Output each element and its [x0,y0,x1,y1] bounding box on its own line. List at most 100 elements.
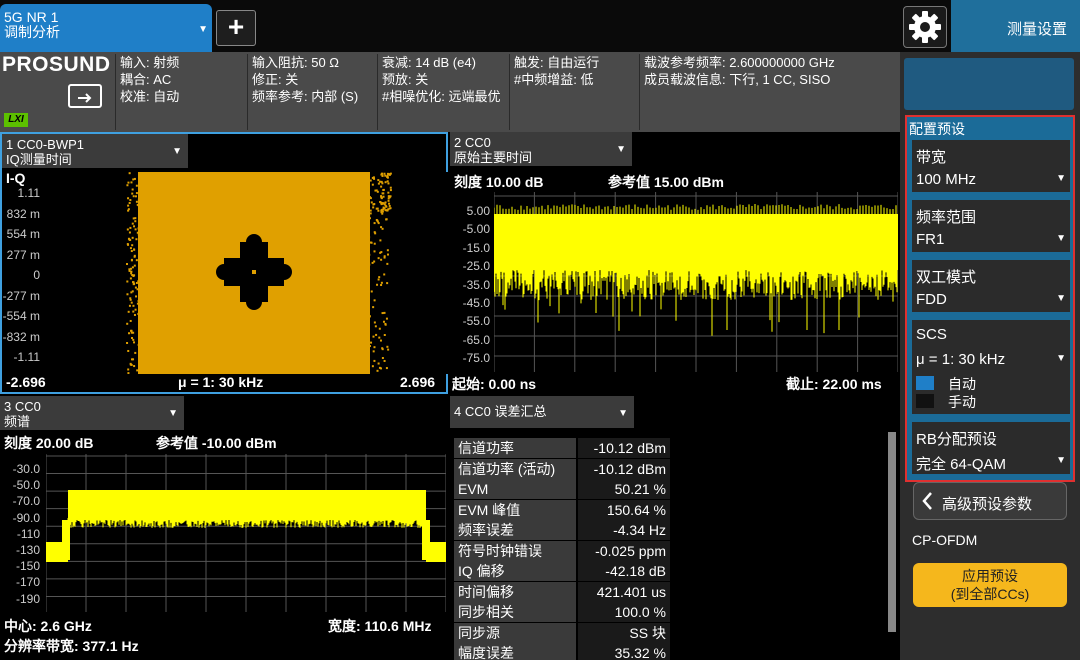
iq-point [126,184,129,187]
iq-point [130,258,133,261]
row-value: 100.0 % [578,602,670,622]
advanced-preset-button[interactable]: 高级预设参数 [913,482,1067,520]
iq-point [137,204,140,207]
plus-icon: + [227,11,245,42]
iq-point [132,195,135,198]
freq-range-select[interactable]: 频率范围 FR1 ▼ [911,199,1071,253]
iq-point [132,310,135,313]
window-iq-title: 1 CC0-BWP1 [6,137,85,152]
iq-point [134,351,137,354]
rb-preset-select[interactable]: RB分配预设 完全 64-QAM ▼ [911,421,1071,475]
iq-point [384,174,387,177]
iq-point [371,365,374,368]
bandwidth-select[interactable]: 带宽 100 MHz ▼ [911,139,1071,193]
iq-point [380,209,383,212]
iq-point [141,320,144,323]
row-label: 信道功率 (活动) [454,458,576,479]
iq-point [127,197,130,200]
iq-point [129,247,132,250]
iq-trace-label: I-Q [6,170,26,186]
scs-select[interactable]: SCS μ = 1: 30 kHz ▼ 自动 手动 [911,319,1071,415]
iq-point [366,176,369,179]
iq-point [126,263,129,266]
time-stop: 截止: 22.00 ms [786,376,882,392]
system-screen-icon[interactable] [68,84,102,108]
duplex-mode-select[interactable]: 双工模式 FDD ▼ [911,259,1071,313]
iq-point [370,341,373,344]
iq-point [377,209,380,212]
row-value: SS 块 [578,622,670,643]
manual-toggle-indicator[interactable] [916,394,934,408]
iq-point [129,277,132,280]
iq-point [130,270,133,273]
window-iq-subtitle: IQ测量时间 [6,152,72,167]
iq-point [126,342,129,345]
iq-point [382,189,385,192]
rb-preset-label: RB分配预设 [916,431,997,448]
auto-option[interactable]: 自动 [948,374,976,394]
iq-point [128,304,131,307]
dropdown-arrow-icon: ▼ [616,144,626,155]
iq-point [134,220,137,223]
row-value: 50.21 % [578,479,670,499]
iq-x-left: -2.696 [6,374,46,390]
mode-tab[interactable]: 5G NR 1 调制分析 ▼ [0,4,212,52]
iq-point [368,236,371,239]
settings-button[interactable] [903,6,947,48]
iq-point [137,233,140,236]
row-value: -10.12 dBm [578,438,670,458]
time-start: 起始: 0.00 ns [452,376,537,392]
window-time-header[interactable]: 2 CC0 原始主要时间 ▼ [450,132,632,166]
iq-point [384,322,387,325]
iq-point [386,345,389,348]
iq-point [387,182,390,185]
iq-y-tick: -554 m [2,309,40,323]
iq-point [369,209,372,212]
window-spectrum-header[interactable]: 3 CC0 频谱 ▼ [0,396,184,430]
iq-point [374,325,377,328]
time-y-tick: -5.00 [462,222,490,237]
window-error-header[interactable]: 4 CC0 误差汇总 ▼ [450,396,634,428]
time-y-tick: -45.0 [462,296,490,310]
time-trace-band [494,214,898,270]
scs-label: SCS [916,326,947,343]
iq-point [366,340,369,343]
apply-preset-button[interactable]: 应用预设 (到全部CCs) [913,563,1067,607]
iq-point [127,204,130,207]
iq-point [138,176,141,179]
iq-point [135,200,138,203]
config-preset-group: 配置预设 带宽 100 MHz ▼ 频率范围 FR1 ▼ 双工模式 FDD ▼ … [905,115,1075,482]
manual-option[interactable]: 手动 [948,392,976,412]
iq-point [132,281,135,284]
iq-point [386,282,389,285]
iq-point [133,177,136,180]
window-time[interactable]: 2 CC0 原始主要时间 ▼ 刻度 10.00 dB 参考值 15.00 dBm… [450,132,900,394]
window-spectrum[interactable]: 3 CC0 频谱 ▼ 刻度 20.00 dB 参考值 -10.00 dBm 中心… [0,396,448,660]
info-carrier-ref: 载波参考频率: 2.600000000 GHz [644,55,835,70]
iq-point [139,257,142,260]
window-error-summary[interactable]: 4 CC0 误差汇总 ▼ 信道功率 -10.12 dBm 信道功率 (活动) -10.… [450,396,900,660]
iq-point [131,244,134,247]
auto-toggle-indicator[interactable] [916,376,934,390]
time-y-tick: -65.0 [462,332,490,347]
row-label: 频率误差 [454,520,576,540]
iq-point [384,209,387,212]
meas-settings-title: 测量设置 [951,0,1080,52]
iq-point [381,348,384,351]
row-value: 35.32 % [578,643,670,660]
table-row: 频率误差 -4.34 Hz [454,520,670,540]
scrollbar[interactable] [888,432,896,632]
window-iq[interactable]: 1 CC0-BWP1 IQ测量时间 ▼ I-Q -2.696 μ = 1: 30… [0,132,448,394]
window-error-title: 4 CC0 误差汇总 [454,404,547,419]
add-mode-button[interactable]: + [216,10,256,46]
iq-point [386,262,389,265]
iq-point [139,307,142,310]
iq-point [384,201,387,204]
iq-point [366,241,369,244]
window-iq-header[interactable]: 1 CC0-BWP1 IQ测量时间 ▼ [2,134,188,168]
iq-point [372,206,375,209]
info-if-gain: #中频增益: 低 [514,72,594,87]
iq-point [377,278,380,281]
iq-point [134,228,137,231]
iq-point [377,362,380,365]
